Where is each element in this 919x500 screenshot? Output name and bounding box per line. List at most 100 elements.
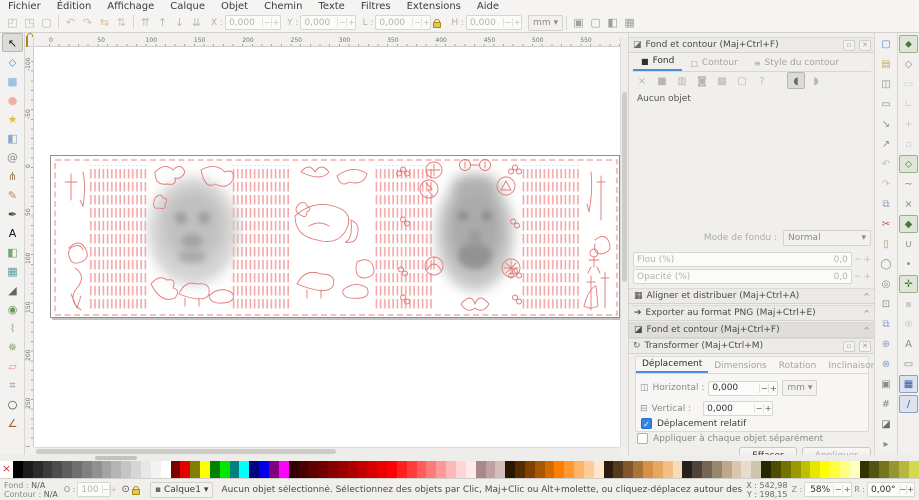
menu-aide[interactable]: Aide: [469, 0, 507, 13]
palette-swatch[interactable]: [23, 461, 33, 478]
palette-swatch[interactable]: [692, 461, 702, 478]
snap-bbox-icon[interactable]: ◇: [899, 55, 918, 73]
palette-swatch[interactable]: [180, 461, 190, 478]
panel-export-png[interactable]: ➔Exporter au format PNG (Maj+Ctrl+E)^: [629, 305, 875, 321]
palette-swatch[interactable]: [633, 461, 643, 478]
menu-affichage[interactable]: Affichage: [99, 0, 162, 13]
import-icon[interactable]: ↘: [877, 115, 896, 133]
snap-midpoints-icon[interactable]: •: [899, 255, 918, 273]
palette-swatch[interactable]: [52, 461, 62, 478]
snap-cusp-nodes-icon[interactable]: ◆: [899, 215, 918, 233]
lpe-tool[interactable]: ⌇: [2, 318, 23, 337]
paste-icon[interactable]: ▯: [877, 235, 896, 253]
rotation-input[interactable]: 0,00°−+: [867, 482, 915, 497]
fill-stroke-indicator[interactable]: Fond : N/A Contour : N/A: [4, 481, 58, 499]
palette-swatch[interactable]: [574, 461, 584, 478]
overflow-arrow-icon[interactable]: ▸: [877, 435, 896, 453]
palette-swatch[interactable]: [545, 461, 555, 478]
relative-move-checkbox[interactable]: ✓: [641, 418, 652, 429]
menu-extensions[interactable]: Extensions: [399, 0, 469, 13]
palette-swatch[interactable]: [259, 461, 269, 478]
palette-swatch[interactable]: [13, 461, 23, 478]
node-tool[interactable]: ⬦: [2, 52, 23, 71]
lock-ratio-icon[interactable]: [433, 22, 441, 28]
palette-swatch[interactable]: [682, 461, 692, 478]
palette-swatch[interactable]: [554, 461, 564, 478]
redo-icon[interactable]: ↷: [877, 175, 896, 193]
rectangle-tool[interactable]: ■: [2, 71, 23, 90]
export-icon[interactable]: ↗: [877, 135, 896, 153]
blur-input[interactable]: Flou (%)0,0: [633, 252, 852, 267]
palette-swatch[interactable]: [712, 461, 722, 478]
canvas-horizontal-scrollbar[interactable]: [34, 447, 620, 455]
palette-swatch[interactable]: [298, 461, 308, 478]
layer-selector[interactable]: ▪Calque1▾: [150, 482, 214, 498]
palette-swatch[interactable]: [92, 461, 102, 478]
palette-swatch[interactable]: [62, 461, 72, 478]
mesh-tool[interactable]: ▦: [2, 261, 23, 280]
menu-chemin[interactable]: Chemin: [256, 0, 310, 13]
palette-swatch[interactable]: [810, 461, 820, 478]
panel-align-distribute[interactable]: ▦Aligner et distribuer (Maj+Ctrl+A)^: [629, 288, 875, 304]
palette-swatch[interactable]: [535, 461, 545, 478]
dropper-tool[interactable]: ◢: [2, 280, 23, 299]
palette-swatch[interactable]: [387, 461, 397, 478]
scale-corners-icon[interactable]: ▢: [587, 15, 604, 31]
ellipse-tool[interactable]: ●: [2, 90, 23, 109]
paint-linear-gradient-icon[interactable]: ▥: [673, 72, 691, 89]
deselect-icon[interactable]: ▢: [38, 15, 55, 31]
flip-horizontal-icon[interactable]: ⇆: [96, 15, 113, 31]
select-all-layers-icon[interactable]: ◳: [21, 15, 38, 31]
palette-swatch[interactable]: [121, 461, 131, 478]
palette-swatch[interactable]: [230, 461, 240, 478]
palette-swatch[interactable]: [515, 461, 525, 478]
vertical-input[interactable]: 0,000−+: [703, 401, 773, 416]
palette-swatch[interactable]: [171, 461, 181, 478]
snap-object-centers-icon[interactable]: ▪: [899, 295, 918, 313]
scale-stroke-icon[interactable]: ▣: [570, 15, 587, 31]
snap-grids-icon[interactable]: ▦: [899, 375, 918, 393]
fill-stroke-panel-header[interactable]: ◪ Fond et contour (Maj+Ctrl+F) ▫ ✕: [629, 37, 875, 53]
star-tool[interactable]: ★: [2, 109, 23, 128]
palette-swatch[interactable]: [43, 461, 53, 478]
palette-swatch[interactable]: [495, 461, 505, 478]
palette-swatch[interactable]: [613, 461, 623, 478]
snap-enable-icon[interactable]: ⬥: [899, 35, 918, 53]
menu-fichier[interactable]: Fichier: [0, 0, 49, 13]
y-input[interactable]: 0,000−+: [300, 15, 356, 30]
snap-rotation-centers-icon[interactable]: ⊕: [899, 315, 918, 333]
horizontal-input[interactable]: 0,000−+: [708, 381, 778, 396]
palette-swatch[interactable]: [407, 461, 417, 478]
menu-edition[interactable]: Édition: [49, 0, 100, 13]
palette-swatch[interactable]: [909, 461, 919, 478]
x-input[interactable]: 0,000−+: [225, 15, 281, 30]
palette-swatch[interactable]: [623, 461, 633, 478]
paint-swatch-icon[interactable]: ▢: [733, 72, 751, 89]
palette-swatch[interactable]: [801, 461, 811, 478]
palette-swatch[interactable]: [741, 461, 751, 478]
iconify-panel-button[interactable]: ▫: [843, 341, 855, 352]
clone-icon[interactable]: ⊕: [877, 335, 896, 353]
menu-objet[interactable]: Objet: [213, 0, 256, 13]
iconify-panel-button[interactable]: ▫: [843, 40, 855, 51]
palette-swatch[interactable]: [210, 461, 220, 478]
transform-tab-rotation[interactable]: Rotation: [773, 359, 823, 373]
lower-to-bottom-icon[interactable]: ⇊: [188, 15, 205, 31]
palette-swatch[interactable]: [417, 461, 427, 478]
palette-swatch[interactable]: [604, 461, 614, 478]
panel-fill-stroke[interactable]: ◪Fond et contour (Maj+Ctrl+F)^: [629, 322, 875, 338]
palette-swatch[interactable]: [860, 461, 870, 478]
palette-swatch[interactable]: [781, 461, 791, 478]
menu-calque[interactable]: Calque: [162, 0, 213, 13]
fill-rule-evenodd-icon[interactable]: ◖: [787, 72, 805, 89]
palette-swatch[interactable]: [397, 461, 407, 478]
tab-style-du-contour[interactable]: ≡Style du contour: [746, 55, 847, 71]
palette-swatch[interactable]: [879, 461, 889, 478]
palette-swatch[interactable]: [486, 461, 496, 478]
vertical-ruler[interactable]: -100-50050100150200250300: [25, 47, 34, 447]
palette-swatch[interactable]: [249, 461, 259, 478]
paint-none-icon[interactable]: ×: [633, 72, 651, 89]
select-all-icon[interactable]: ◰: [4, 15, 21, 31]
palette-swatch[interactable]: [131, 461, 141, 478]
raise-to-top-icon[interactable]: ⇈: [137, 15, 154, 31]
